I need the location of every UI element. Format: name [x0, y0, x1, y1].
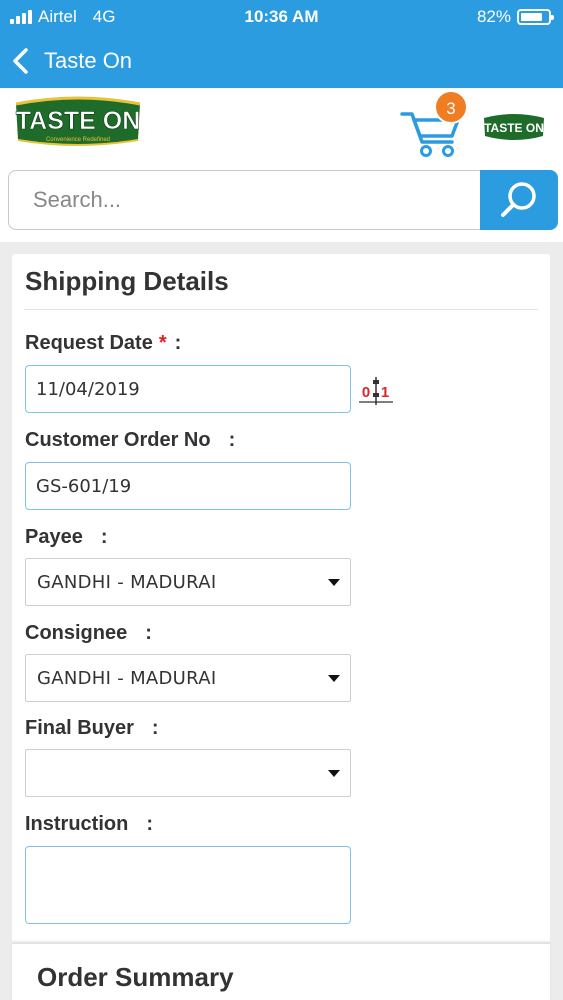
dropdown-caret-icon [328, 770, 340, 777]
order-summary-title: Order Summary [37, 962, 234, 992]
required-marker: * [158, 332, 167, 354]
colon: : [145, 622, 152, 644]
search-input[interactable] [8, 170, 482, 230]
colon: : [151, 717, 159, 739]
svg-text:Convenience Redefined: Convenience Redefined [46, 137, 110, 143]
customer-order-no-label-text: Customer Order No [25, 429, 211, 451]
customer-order-no-input[interactable] [25, 462, 351, 510]
app-header: TASTE ON Convenience Redefined TASTE ON [0, 88, 563, 168]
payee-select[interactable]: GANDHI - MADURAI [25, 558, 351, 606]
final-buyer-label-text: Final Buyer [25, 717, 134, 739]
colon: : [146, 813, 154, 835]
back-chevron-icon[interactable] [8, 46, 36, 76]
consignee-select[interactable]: GANDHI - MADURAI [25, 654, 351, 702]
section-title: Shipping Details [25, 266, 229, 296]
request-date-input[interactable] [25, 365, 351, 413]
battery-percent: 82% [476, 7, 511, 26]
search-icon [501, 182, 536, 217]
instruction-label-text: Instruction [25, 813, 129, 835]
request-date-label: Request Date *: [25, 332, 181, 355]
status-right: 82% [476, 7, 554, 27]
date-picker-icon[interactable]: 0 1 [357, 373, 395, 407]
brand-logo-small: TASTE ON [484, 114, 544, 140]
instruction-label: Instruction: [25, 813, 153, 836]
cart-count-badge[interactable]: 3 [434, 90, 468, 124]
divider [24, 309, 538, 310]
dropdown-caret-icon [328, 579, 340, 586]
colon: : [228, 429, 236, 451]
final-buyer-select[interactable] [25, 749, 351, 797]
svg-text:TASTE ON: TASTE ON [484, 121, 544, 135]
colon: : [174, 332, 182, 354]
payee-selected-value: GANDHI - MADURAI [37, 572, 217, 593]
status-bar: Airtel 4G 10:36 AM 82% [0, 0, 563, 34]
nav-bar: Taste On [0, 34, 563, 88]
battery-icon [517, 9, 554, 25]
final-buyer-label: Final Buyer: [25, 717, 159, 740]
svg-text:1: 1 [381, 384, 389, 401]
payee-label-text: Payee [25, 526, 83, 548]
consignee-label: Consignee: [25, 622, 152, 645]
brand-logo[interactable]: TASTE ON Convenience Redefined [12, 94, 144, 150]
dropdown-caret-icon [328, 675, 340, 682]
nav-title: Taste On [44, 48, 133, 73]
instruction-textarea[interactable] [25, 846, 351, 924]
order-summary-card: Order Summary [12, 942, 550, 1000]
shipping-details-card: Shipping Details Request Date*: 0 1 Cust… [12, 254, 550, 1000]
payee-label: Payee: [25, 526, 108, 549]
search-bar [0, 168, 563, 242]
consignee-selected-value: GANDHI - MADURAI [37, 668, 217, 689]
svg-text:TASTE ON: TASTE ON [16, 107, 141, 135]
customer-order-no-label: Customer Order No: [25, 429, 235, 452]
colon: : [100, 526, 108, 548]
svg-text:0: 0 [362, 384, 370, 401]
search-button[interactable] [480, 170, 558, 230]
request-date-label-text: Request Date [25, 332, 153, 354]
consignee-label-text: Consignee [25, 622, 128, 644]
